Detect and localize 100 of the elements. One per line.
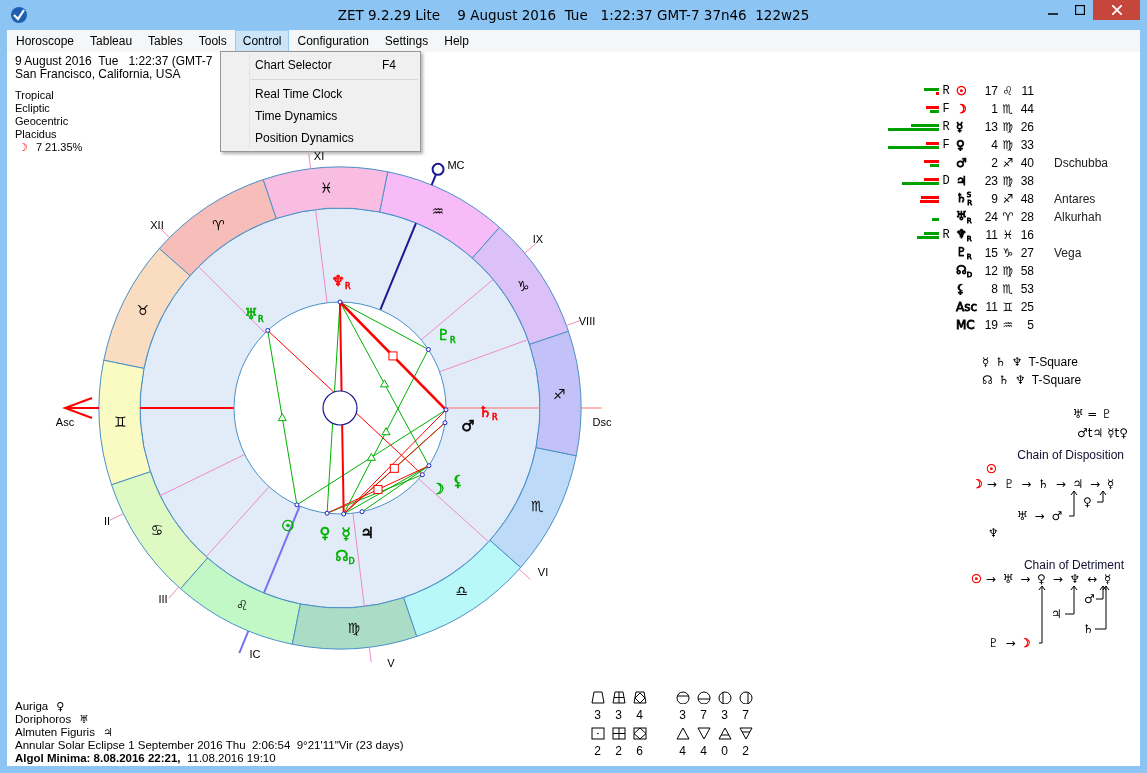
app-logo-icon (10, 6, 28, 24)
sign-symbol: ♐ (1001, 192, 1015, 206)
sign-symbol: ♍ (1001, 120, 1015, 134)
zodiac-sign: ♒ (431, 203, 445, 219)
triangle-icon (717, 726, 732, 740)
house-label: IX (532, 233, 544, 245)
chain-symbols: ♆ (988, 526, 999, 540)
degree-value: 1 (990, 102, 998, 116)
menu-option[interactable]: Position Dynamics (221, 127, 420, 149)
house-label: Asc (55, 416, 75, 428)
star-name: Antares (1053, 192, 1097, 206)
pattern-count: 4 (636, 708, 643, 722)
planet-symbol: ☽ (955, 102, 968, 116)
chart-setting: Placidus (15, 128, 57, 141)
dignity-bars-drawing (932, 218, 939, 221)
menu-item[interactable]: Configuration (289, 30, 377, 52)
planet-symbol: MC (955, 318, 976, 332)
menu-item[interactable]: Tools (190, 30, 235, 52)
degree-value: 24 (983, 210, 998, 224)
motion-letter: R (941, 84, 951, 98)
menu-option[interactable]: Chart Selector F4 (221, 54, 420, 76)
sign-symbol: ♏ (1001, 282, 1015, 296)
degree-value: 12 (983, 264, 998, 278)
minutes-value: 44 (1019, 102, 1034, 116)
chart-setting: Geocentric (15, 115, 69, 128)
degree-value: 23 (983, 174, 998, 188)
minutes-value: 58 (1019, 264, 1034, 278)
zodiac-sign: ♏ (530, 497, 544, 514)
maximize-icon (1074, 5, 1085, 15)
chart-location: San Francisco, California, USA (15, 68, 181, 81)
planet-symbol: ☿ (341, 525, 351, 543)
menu-item[interactable]: Control (234, 30, 290, 52)
star-name: Alkurhah (1053, 210, 1103, 224)
degree-value: 2 (990, 156, 998, 170)
menu-item[interactable]: Horoscope (8, 30, 83, 52)
menu-item[interactable]: Help (436, 30, 477, 52)
triangle-icon (696, 726, 711, 740)
degree-value: 15 (983, 246, 998, 260)
chain-symbols: ♃ (1051, 607, 1062, 621)
dignity-bars-drawing (924, 88, 939, 95)
menu-option[interactable]: Time Dynamics (221, 105, 420, 127)
sign-symbol: ♈ (1001, 210, 1015, 224)
planet-symbol: ☿ (955, 120, 965, 134)
zodiac-sign: ♎ (455, 583, 468, 600)
pattern-count: 4 (700, 744, 707, 758)
degree-value: 9 (990, 192, 998, 206)
menu-option[interactable]: Real Time Clock (221, 83, 420, 105)
pattern-count: 6 (636, 744, 643, 758)
moon-phase: 7 21.35% (35, 141, 83, 153)
zodiac-sign: ♌ (235, 597, 249, 613)
note-label: Doriphoros (15, 713, 72, 725)
pattern-count: 3 (679, 708, 686, 722)
planet-symbol: ♀ (955, 138, 966, 152)
sign-symbol: ♍ (1001, 138, 1015, 152)
house-label: V (387, 657, 395, 669)
pattern-count: 4 (679, 744, 686, 758)
chart-setting: Tropical (15, 89, 54, 102)
menu-item[interactable]: Tables (140, 30, 191, 52)
dignity-bars-drawing (924, 160, 939, 167)
planet-symbol: ♆$_{R}$ (331, 272, 351, 291)
chart-datetime: 9 August 2016 Tue 1:22:37 (GMT-7 (15, 55, 213, 68)
close-button[interactable] (1093, 0, 1140, 20)
planet-symbol: ☉ (281, 517, 295, 535)
eclipse-info: Annular Solar Eclipse 1 September 2016 Thu 2:06:54 9°21'11"Vir (23 days) (15, 739, 405, 752)
house-label: MC (447, 159, 465, 171)
menu-item[interactable]: Tableau (82, 30, 141, 52)
moon-symbol: ☽ (18, 141, 28, 154)
chain-symbol: ☉ (986, 462, 997, 476)
reception-text: ♂t♃ ☿t♀ (1077, 426, 1128, 440)
motion-letter: R (941, 120, 951, 134)
house-label: VI (537, 566, 549, 578)
minutes-value: 48 (1019, 192, 1034, 206)
dignity-bars-drawing (902, 178, 939, 185)
menu-item[interactable]: Settings (376, 30, 437, 52)
house-label: IC (249, 648, 261, 660)
sign-symbol: ♐ (1001, 156, 1015, 170)
chain-symbol: ☽ (972, 477, 983, 491)
star-name: Dschubba (1053, 156, 1110, 170)
planet-symbol: ♅$_{R}$ (955, 209, 973, 225)
motion-letter: F (941, 102, 951, 116)
chain-symbols: ♅ → ♂ (1017, 509, 1063, 523)
minutes-value: 11 (1020, 84, 1034, 98)
chain-symbols: → ♇ → ♄ → ♃ → ☿ (986, 477, 1115, 491)
chain-title: Chain of Disposition (1016, 448, 1125, 463)
minutes-value: 38 (1019, 174, 1034, 188)
note-label: Almuten Figuris (15, 726, 95, 738)
planet-symbol: ⚸ (452, 472, 464, 490)
minutes-value: 5 (1026, 318, 1034, 332)
house-label: II (103, 515, 111, 527)
degree-value: 19 (983, 318, 998, 332)
center-circle (322, 390, 358, 426)
sign-symbol: ♍ (1001, 264, 1015, 278)
planet-symbol: ♇$_{R}$ (436, 326, 456, 345)
minutes-value: 16 (1019, 228, 1034, 242)
pattern-count: 2 (594, 744, 601, 758)
triangle-icon (738, 726, 753, 740)
note-symbol: ♅ (79, 713, 90, 726)
sign-symbol: ♑ (1001, 246, 1015, 260)
zodiac-sign: ♍ (347, 619, 360, 636)
window-icon (611, 690, 626, 704)
